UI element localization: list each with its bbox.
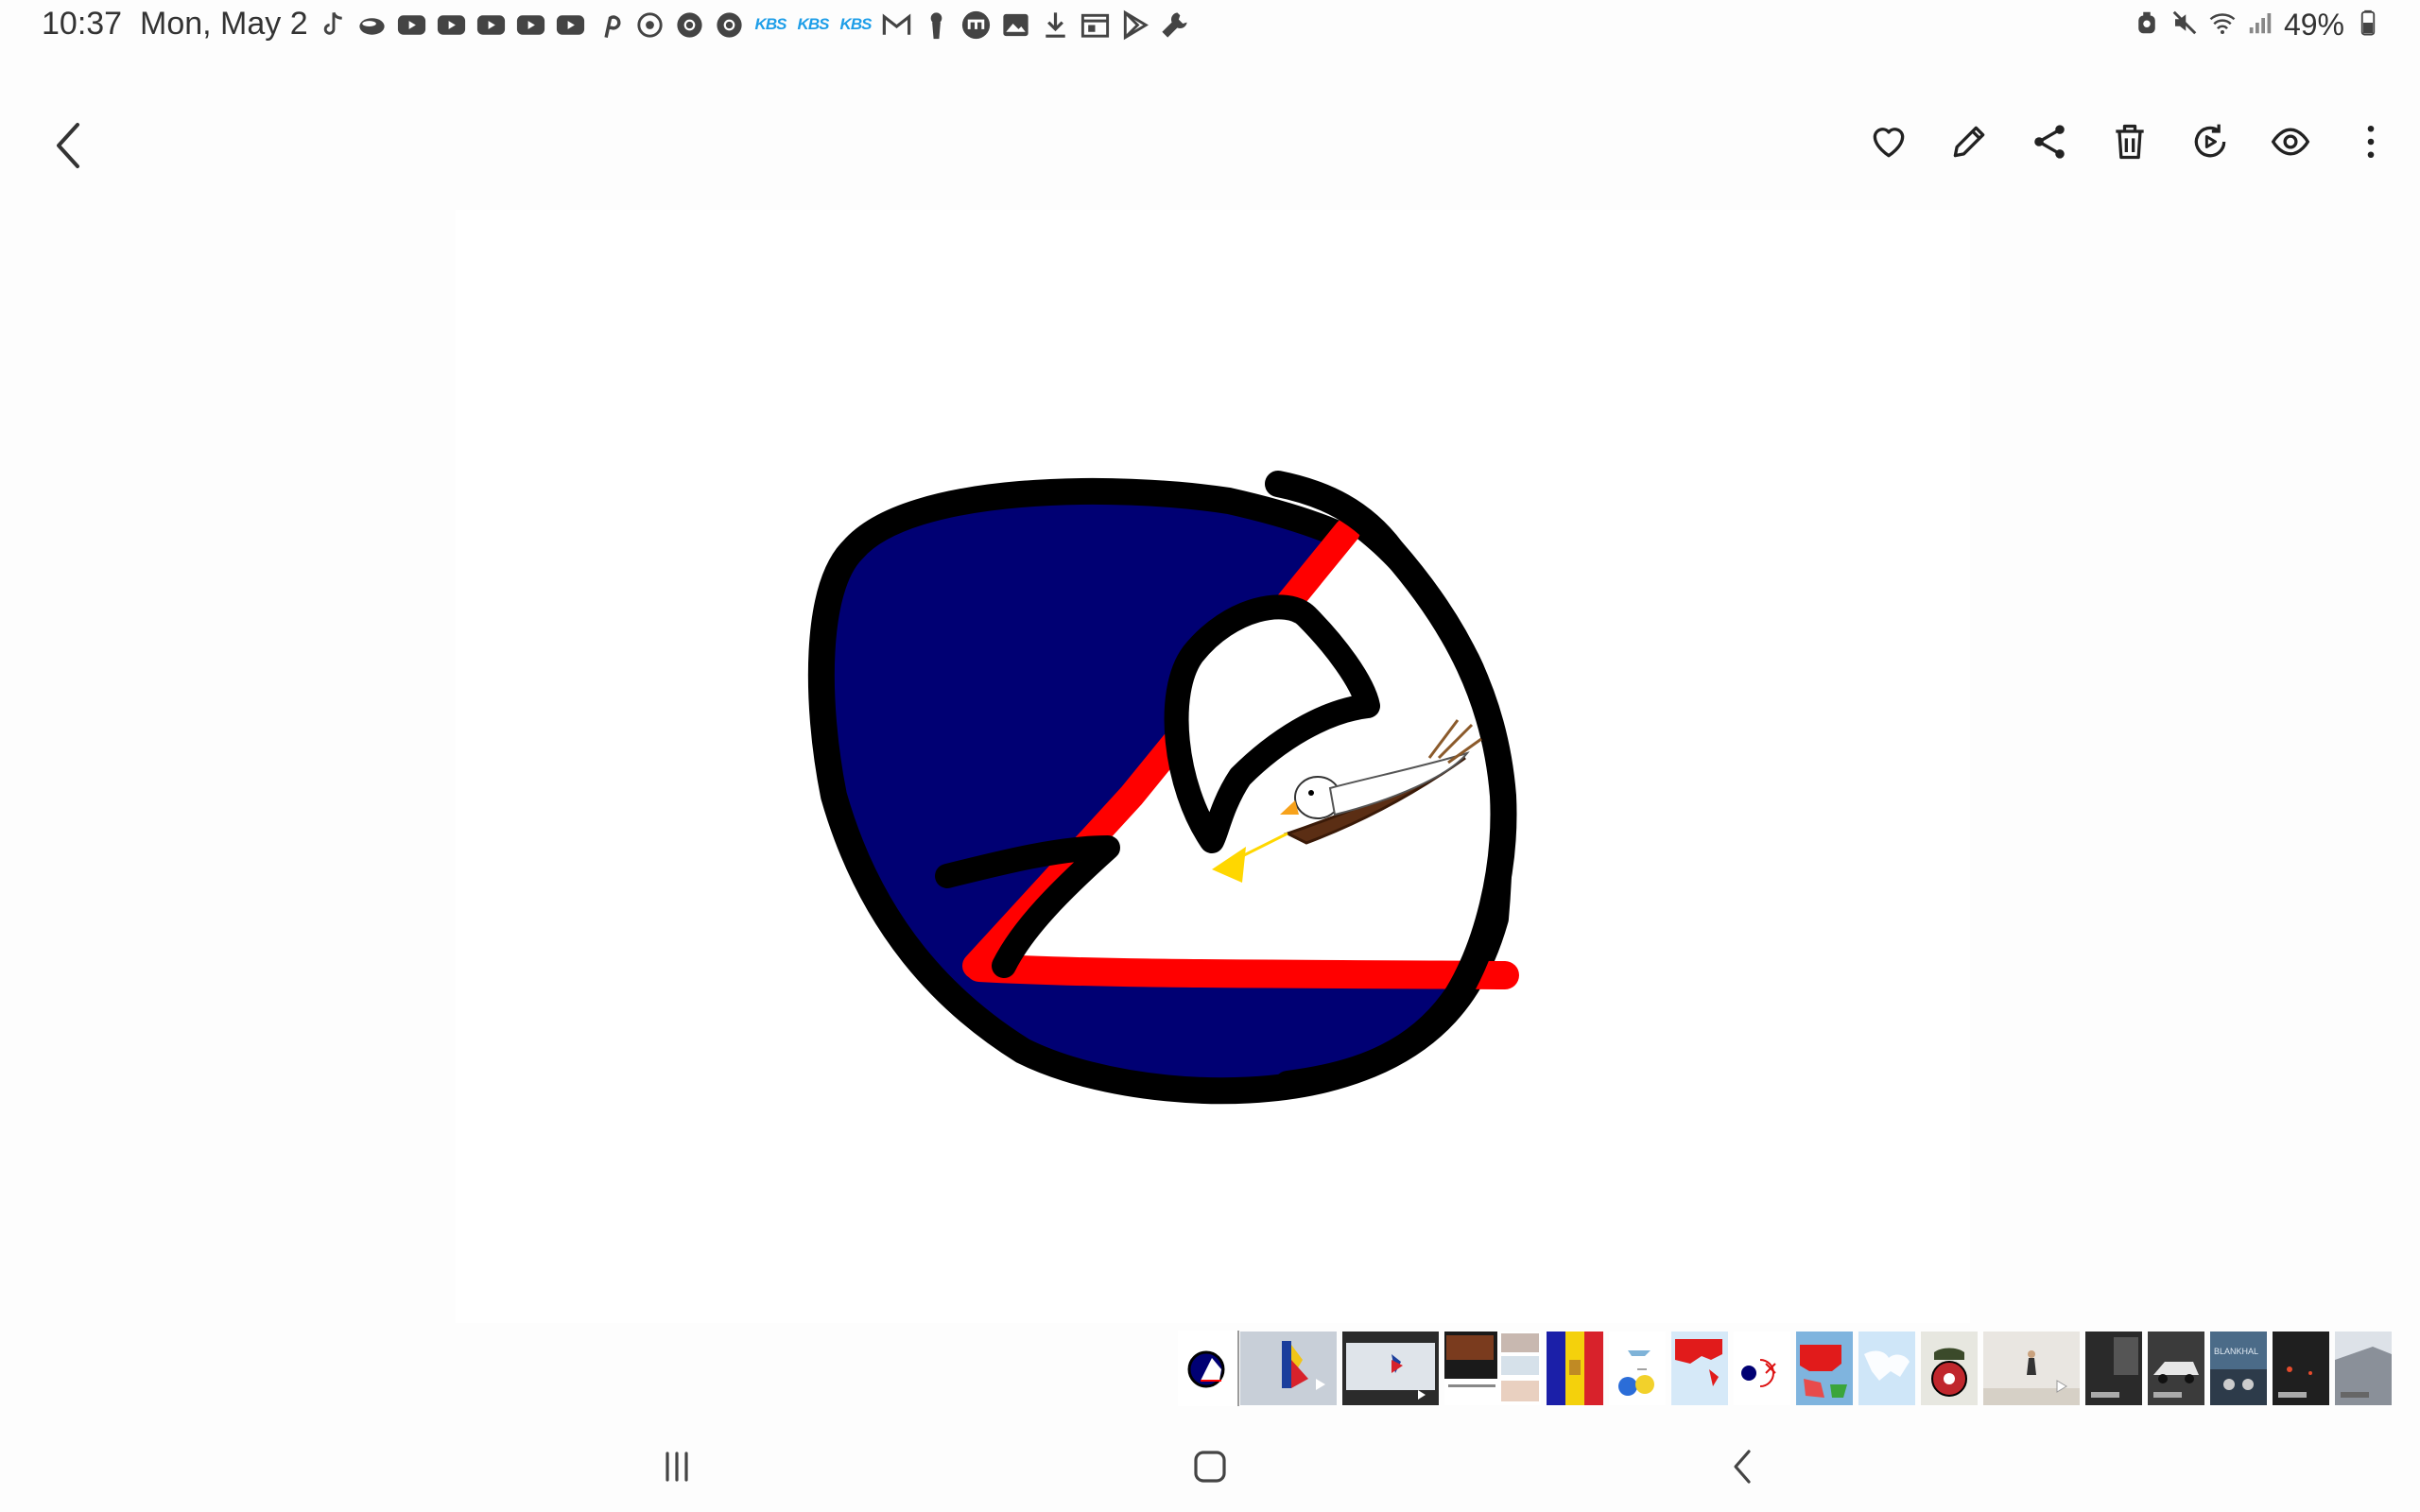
wrench-icon — [1158, 9, 1191, 42]
favorite-button[interactable] — [1868, 121, 1910, 163]
recent-apps-icon — [666, 1452, 688, 1482]
youtube-icon — [475, 9, 508, 42]
back-icon — [1734, 1450, 1751, 1484]
status-time: 10:37 — [42, 6, 123, 42]
edit-button[interactable] — [1948, 121, 1990, 163]
notification-icons: KBS KBS KBS — [316, 8, 1191, 42]
chrome-icon — [673, 9, 706, 42]
eye-icon — [2271, 128, 2310, 156]
kbs-icon: KBS — [839, 15, 873, 33]
youtube-icon — [435, 9, 468, 42]
thumbnail[interactable] — [1444, 1332, 1541, 1405]
status-date: Mon, May 2 — [140, 6, 308, 42]
wifi-icon — [2208, 9, 2237, 42]
video-replay-icon — [2194, 124, 2226, 158]
status-bar: 10:37 Mon, May 2 KBS KBS KBS 49% — [0, 0, 2420, 49]
download-icon — [1039, 9, 1072, 42]
thumbnail[interactable] — [1921, 1332, 1978, 1405]
play-store-icon — [1118, 9, 1151, 42]
more-options-button[interactable] — [2350, 121, 2392, 163]
back-arrow-icon — [57, 123, 79, 168]
view-button[interactable] — [2270, 121, 2311, 163]
thumbnail[interactable] — [1858, 1332, 1915, 1405]
thumbnail[interactable] — [1734, 1332, 1790, 1405]
battery-icon — [2354, 9, 2382, 42]
battery-percent: 49% — [2283, 7, 2344, 42]
system-status-icons: 49% — [2133, 8, 2382, 42]
edit-pencil-icon — [1953, 126, 1985, 158]
keyhole-icon — [920, 9, 953, 42]
pinterest-icon — [594, 9, 627, 42]
thumbnail[interactable] — [1983, 1332, 2080, 1405]
cloud-app-icon — [355, 9, 389, 42]
thumbnail-selected[interactable] — [1178, 1332, 1235, 1405]
thumbnail[interactable] — [1796, 1332, 1853, 1405]
thumbnail[interactable] — [1609, 1332, 1666, 1405]
home-button[interactable] — [1182, 1438, 1238, 1495]
youtube-icon — [395, 9, 428, 42]
kbs-icon: KBS — [754, 15, 787, 33]
sync-app-icon — [633, 9, 666, 42]
more-vertical-icon — [2367, 125, 2375, 159]
back-button[interactable] — [42, 117, 91, 174]
share-icon — [2034, 125, 2065, 159]
thumbnail[interactable] — [2335, 1332, 2392, 1405]
countryball-drawing — [807, 471, 1519, 1105]
thumbnail[interactable]: BLANKHAL — [2210, 1332, 2267, 1405]
thumbnail[interactable] — [2085, 1332, 2142, 1405]
gallery-icon — [999, 9, 1032, 42]
youtube-icon — [554, 9, 587, 42]
delete-button[interactable] — [2109, 121, 2151, 163]
viewer-toolbar — [1868, 121, 2392, 163]
gmail-icon — [880, 9, 913, 42]
chrome-icon — [713, 9, 746, 42]
photo-canvas[interactable] — [456, 210, 1970, 1323]
alarm-icon — [2133, 9, 2161, 42]
navigation-bar — [0, 1418, 2420, 1512]
trash-icon — [2116, 124, 2144, 160]
thumbnail[interactable] — [1240, 1332, 1337, 1405]
thumbnail[interactable] — [1342, 1332, 1439, 1405]
youtube-icon — [514, 9, 547, 42]
heart-icon — [1873, 128, 1905, 158]
home-icon — [1194, 1451, 1226, 1483]
filmstrip: BLANKHAL — [1178, 1331, 2420, 1406]
thumbnail[interactable] — [2148, 1332, 2204, 1405]
video-replay-button[interactable] — [2189, 121, 2231, 163]
thumbnail[interactable] — [2273, 1332, 2329, 1405]
calendar-icon — [1079, 9, 1112, 42]
thumbnail[interactable] — [1547, 1332, 1603, 1405]
mute-icon — [2170, 9, 2199, 42]
nav-back-button[interactable] — [1715, 1438, 1772, 1495]
signal-icon — [2246, 9, 2274, 42]
tiktok-icon — [316, 9, 349, 42]
thumbnail-caption: BLANKHAL — [2214, 1347, 2258, 1356]
thumbnail[interactable] — [1671, 1332, 1728, 1405]
messenger-icon — [959, 9, 993, 42]
share-button[interactable] — [2029, 121, 2070, 163]
kbs-icon: KBS — [797, 15, 830, 33]
recent-apps-button[interactable] — [648, 1438, 705, 1495]
